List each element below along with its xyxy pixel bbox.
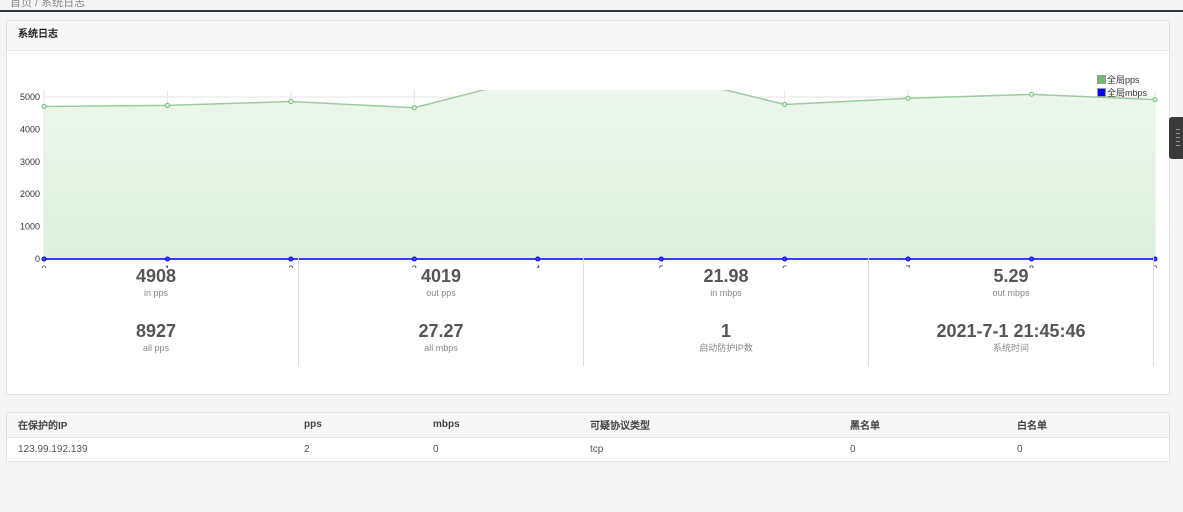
top-bar: 首页 / 系统日志 — [0, 0, 1183, 12]
panel-title: 系统日志 — [7, 21, 1169, 51]
data-point-0-6 — [782, 101, 788, 107]
data-point-0-1 — [164, 102, 170, 108]
column-header-whitelist: 白名单 — [1006, 413, 1169, 438]
stat-value: 21.98 — [703, 266, 749, 286]
column-header-protocol: 可疑协议类型 — [579, 413, 839, 438]
legend-swatch-mbps — [1097, 88, 1106, 97]
column-header-blacklist: 黑名单 — [839, 413, 1006, 438]
stat-value: 4019 — [420, 266, 462, 286]
series-area-0 — [44, 90, 1155, 259]
data-point-0-7 — [905, 95, 911, 101]
legend-label-pps: 全局pps — [1107, 75, 1140, 85]
y-tick-label: 5000 — [20, 92, 40, 102]
legend-item-mbps[interactable]: 全局mbps — [1097, 86, 1147, 99]
stat-label: in mbps — [710, 288, 742, 298]
stat-value: 1 — [720, 321, 731, 341]
y-tick-label: 1000 — [20, 222, 40, 232]
protected-ip-table-panel: 在保护的IP pps mbps 可疑协议类型 黑名单 白名单 123.99.19… — [6, 412, 1170, 462]
table-header-row: 在保护的IP pps mbps 可疑协议类型 黑名单 白名单 — [7, 413, 1169, 438]
stat-protected-ip-count: 1 启动防护IP数 — [584, 321, 868, 355]
column-header-pps: pps — [293, 413, 422, 438]
cell-ip: 123.99.192.139 — [18, 443, 88, 455]
cell-mbps: 0 — [433, 443, 439, 455]
stat-label: 系统时间 — [992, 343, 1029, 353]
stat-column-2: 4019 out pps 27.27 all mbps — [299, 256, 584, 366]
traffic-chart-svg: 5000400030002000100000123456789 — [20, 90, 1158, 274]
stat-value: 8927 — [135, 321, 177, 341]
stat-label: out pps — [426, 288, 456, 298]
stat-label: all mbps — [424, 343, 458, 353]
traffic-chart: 5000400030002000100000123456789 全局pps 全局… — [7, 51, 1169, 274]
cell-whitelist: 0 — [1017, 443, 1023, 455]
stat-value: 5.29 — [993, 266, 1029, 286]
protected-ip-table: 在保护的IP pps mbps 可疑协议类型 黑名单 白名单 123.99.19… — [7, 413, 1169, 461]
data-point-0-8 — [1029, 91, 1035, 97]
stat-out-pps: 4019 out pps — [299, 266, 583, 300]
table-row[interactable]: 123.99.192.139 2 0 tcp 0 0 — [7, 437, 1169, 461]
stats-grid: 4908 in pps 8927 all pps 4019 out pps 27… — [14, 256, 1158, 366]
stat-column-4: 5.29 out mbps 2021-7-1 21:45:46 系统时间 — [869, 256, 1154, 366]
legend-label-mbps: 全局mbps — [1107, 88, 1148, 98]
stat-all-pps: 8927 all pps — [14, 321, 298, 355]
stat-system-time: 2021-7-1 21:45:46 系统时间 — [869, 321, 1153, 355]
data-point-0-9 — [1152, 97, 1158, 103]
column-header-ip: 在保护的IP — [7, 413, 293, 438]
legend-swatch-pps — [1097, 75, 1106, 84]
cell-protocol: tcp — [590, 443, 604, 455]
stat-column-3: 21.98 in mbps 1 启动防护IP数 — [584, 256, 869, 366]
legend-item-pps[interactable]: 全局pps — [1097, 73, 1147, 86]
stat-label: out mbps — [992, 288, 1030, 298]
breadcrumb: 首页 / 系统日志 — [10, 0, 86, 9]
stat-in-pps: 4908 in pps — [14, 266, 298, 300]
cell-blacklist: 0 — [850, 443, 856, 455]
y-tick-label: 2000 — [20, 189, 40, 199]
stat-label: 启动防护IP数 — [699, 343, 753, 353]
data-point-0-3 — [411, 105, 417, 111]
chart-legend: 全局pps 全局mbps — [1097, 73, 1147, 99]
y-tick-label: 4000 — [20, 124, 40, 134]
stat-label: all pps — [142, 343, 169, 353]
side-panel-handle[interactable] — [1169, 117, 1183, 159]
y-tick-label: 3000 — [20, 157, 40, 167]
stat-column-1: 4908 in pps 8927 all pps — [14, 256, 299, 366]
stat-value: 27.27 — [418, 321, 464, 341]
stat-label: in pps — [143, 288, 169, 298]
data-point-0-0 — [41, 104, 47, 110]
stat-all-mbps: 27.27 all mbps — [299, 321, 583, 355]
stat-out-mbps: 5.29 out mbps — [869, 266, 1153, 300]
stat-in-mbps: 21.98 in mbps — [584, 266, 868, 300]
stat-value: 2021-7-1 21:45:46 — [936, 321, 1086, 341]
cell-pps: 2 — [304, 443, 310, 455]
column-header-mbps: mbps — [422, 413, 579, 438]
data-point-0-2 — [288, 99, 294, 105]
stat-value: 4908 — [135, 266, 177, 286]
